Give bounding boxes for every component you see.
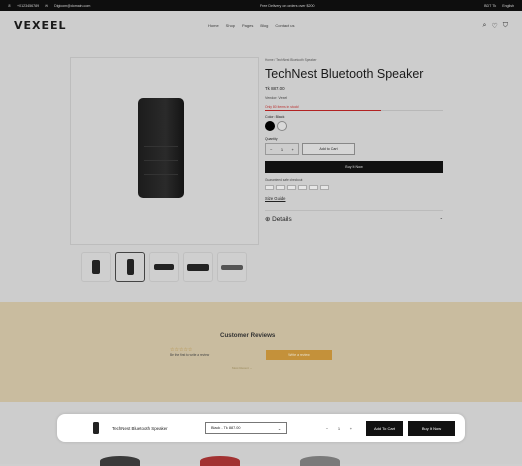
sticky-buy-now-button[interactable]: Buy It Now [408,421,455,436]
speaker-seam [144,174,178,175]
speaker-seam [144,146,178,147]
breadcrumb[interactable]: Home / TechNest Bluetooth Speaker [265,58,443,62]
thumbnail[interactable] [217,252,247,282]
variant-select[interactable]: Black - Tk 887.00 ⌄ [205,422,287,434]
stock-bar [265,110,443,112]
search-icon[interactable]: ⌕ [483,22,487,30]
related-product-image[interactable] [300,456,340,466]
nav-contact[interactable]: Contact us [275,23,294,28]
variant-value: Black - Tk 887.00 [211,426,241,430]
swatch-black[interactable] [265,121,275,132]
mastercard-icon [276,185,285,191]
swatch-white[interactable] [277,121,287,132]
logo[interactable]: VEXEEL [14,19,67,32]
cart-icon[interactable]: ⛉ [503,22,508,30]
write-review-button[interactable]: Write a review [266,350,332,360]
related-product-image[interactable] [100,456,140,466]
thumbnail[interactable] [115,252,145,282]
thumbnail-image [187,263,209,271]
related-product-image[interactable] [200,456,240,466]
thumbnail-image [221,264,243,270]
thumbnail[interactable] [149,252,179,282]
phone-number[interactable]: +0123456789 [17,4,39,8]
top-bar: ✆ +0123456789 ✉ Digicom@domain.com Free … [0,0,522,11]
stock-text: Only 80 items in stock! [265,105,300,109]
header: VEXEEL Home Shop Pages Blog Contact us ⌕… [0,11,522,40]
sticky-add-to-cart-button[interactable]: Add To Cart [366,421,403,436]
thumbnail[interactable] [183,252,213,282]
minus-icon[interactable]: − [270,147,272,152]
email-link[interactable]: Digicom@domain.com [54,4,90,8]
size-guide-link[interactable]: Size Guide [265,196,443,201]
thumbnail[interactable] [81,252,111,282]
product-title: TechNest Bluetooth Speaker [265,67,424,81]
quantity-value[interactable]: 1 [281,147,283,152]
quantity-stepper[interactable]: − 1 + [265,143,299,156]
product-thumbnails [81,252,247,282]
first-review-text: Be the first to write a review [170,353,210,357]
stock-bar-fill [265,110,381,112]
thumbnail-image [126,259,134,275]
chevron-down-icon: ⌄ [249,366,253,370]
currency-selector[interactable]: BDT Tk [484,4,496,8]
nav-blog[interactable]: Blog [260,23,268,28]
main-nav: Home Shop Pages Blog Contact us [208,23,295,28]
phone-icon: ✆ [8,3,12,8]
buy-now-button[interactable]: Buy It Now [265,161,443,174]
plus-icon[interactable]: + [350,426,352,431]
speaker-seam [144,160,178,161]
details-label: Details [272,216,292,224]
chevron-down-icon: ⌄ [277,426,281,431]
sort-label: Most Recent [232,366,249,370]
discover-icon [320,185,329,191]
sticky-product-name: TechNest Bluetooth Speaker [112,425,168,431]
paypal-icon [298,185,307,191]
color-label: Color: Black [265,115,285,120]
nav-pages[interactable]: Pages [242,23,253,28]
product-price: Tk 887.00 [265,86,285,91]
guarantee-text: Guaranteed safe checkout [265,178,303,183]
thumbnail-image [154,264,174,270]
plus-icon[interactable]: + [291,147,293,152]
product-vendor: Vendor: Vexel [265,96,288,100]
sticky-product-thumbnail [93,422,99,434]
product-info: Home / TechNest Bluetooth Speaker TechNe… [265,58,443,223]
sort-reviews-select[interactable]: Most Recent ⌄ [232,366,252,370]
color-swatches [265,121,443,132]
reviews-section: Customer Reviews ☆☆☆☆☆ Be the first to w… [0,302,522,402]
wishlist-icon[interactable]: ♡ [491,22,497,30]
amex-icon [287,185,296,191]
add-to-cart-button[interactable]: Add to Cart [302,143,355,156]
product-main-image[interactable] [70,57,259,245]
mail-icon: ✉ [45,3,49,8]
speaker-image [138,98,184,198]
chevron-down-icon: ⌄ [439,215,443,221]
diners-icon [309,185,318,191]
nav-home[interactable]: Home [208,23,219,28]
minus-icon[interactable]: − [326,426,328,431]
sticky-add-to-cart-bar: TechNest Bluetooth Speaker Black - Tk 88… [57,414,465,442]
thumbnail-image [92,260,100,274]
product-section: Home / TechNest Bluetooth Speaker TechNe… [0,40,522,302]
promo-text: Free Delivery on orders over $200 [259,3,315,8]
sticky-quantity-value[interactable]: 1 [338,426,340,431]
quantity-label: Quantity [265,137,278,142]
payment-icons [265,185,443,191]
nav-shop[interactable]: Shop [226,23,235,28]
language-selector[interactable]: English [502,4,514,8]
reviews-title: Customer Reviews [220,332,276,339]
visa-icon [265,185,274,191]
details-accordion[interactable]: ⊕ Details ⌄ [265,210,443,223]
sticky-quantity-stepper[interactable]: − 1 + [321,422,357,434]
